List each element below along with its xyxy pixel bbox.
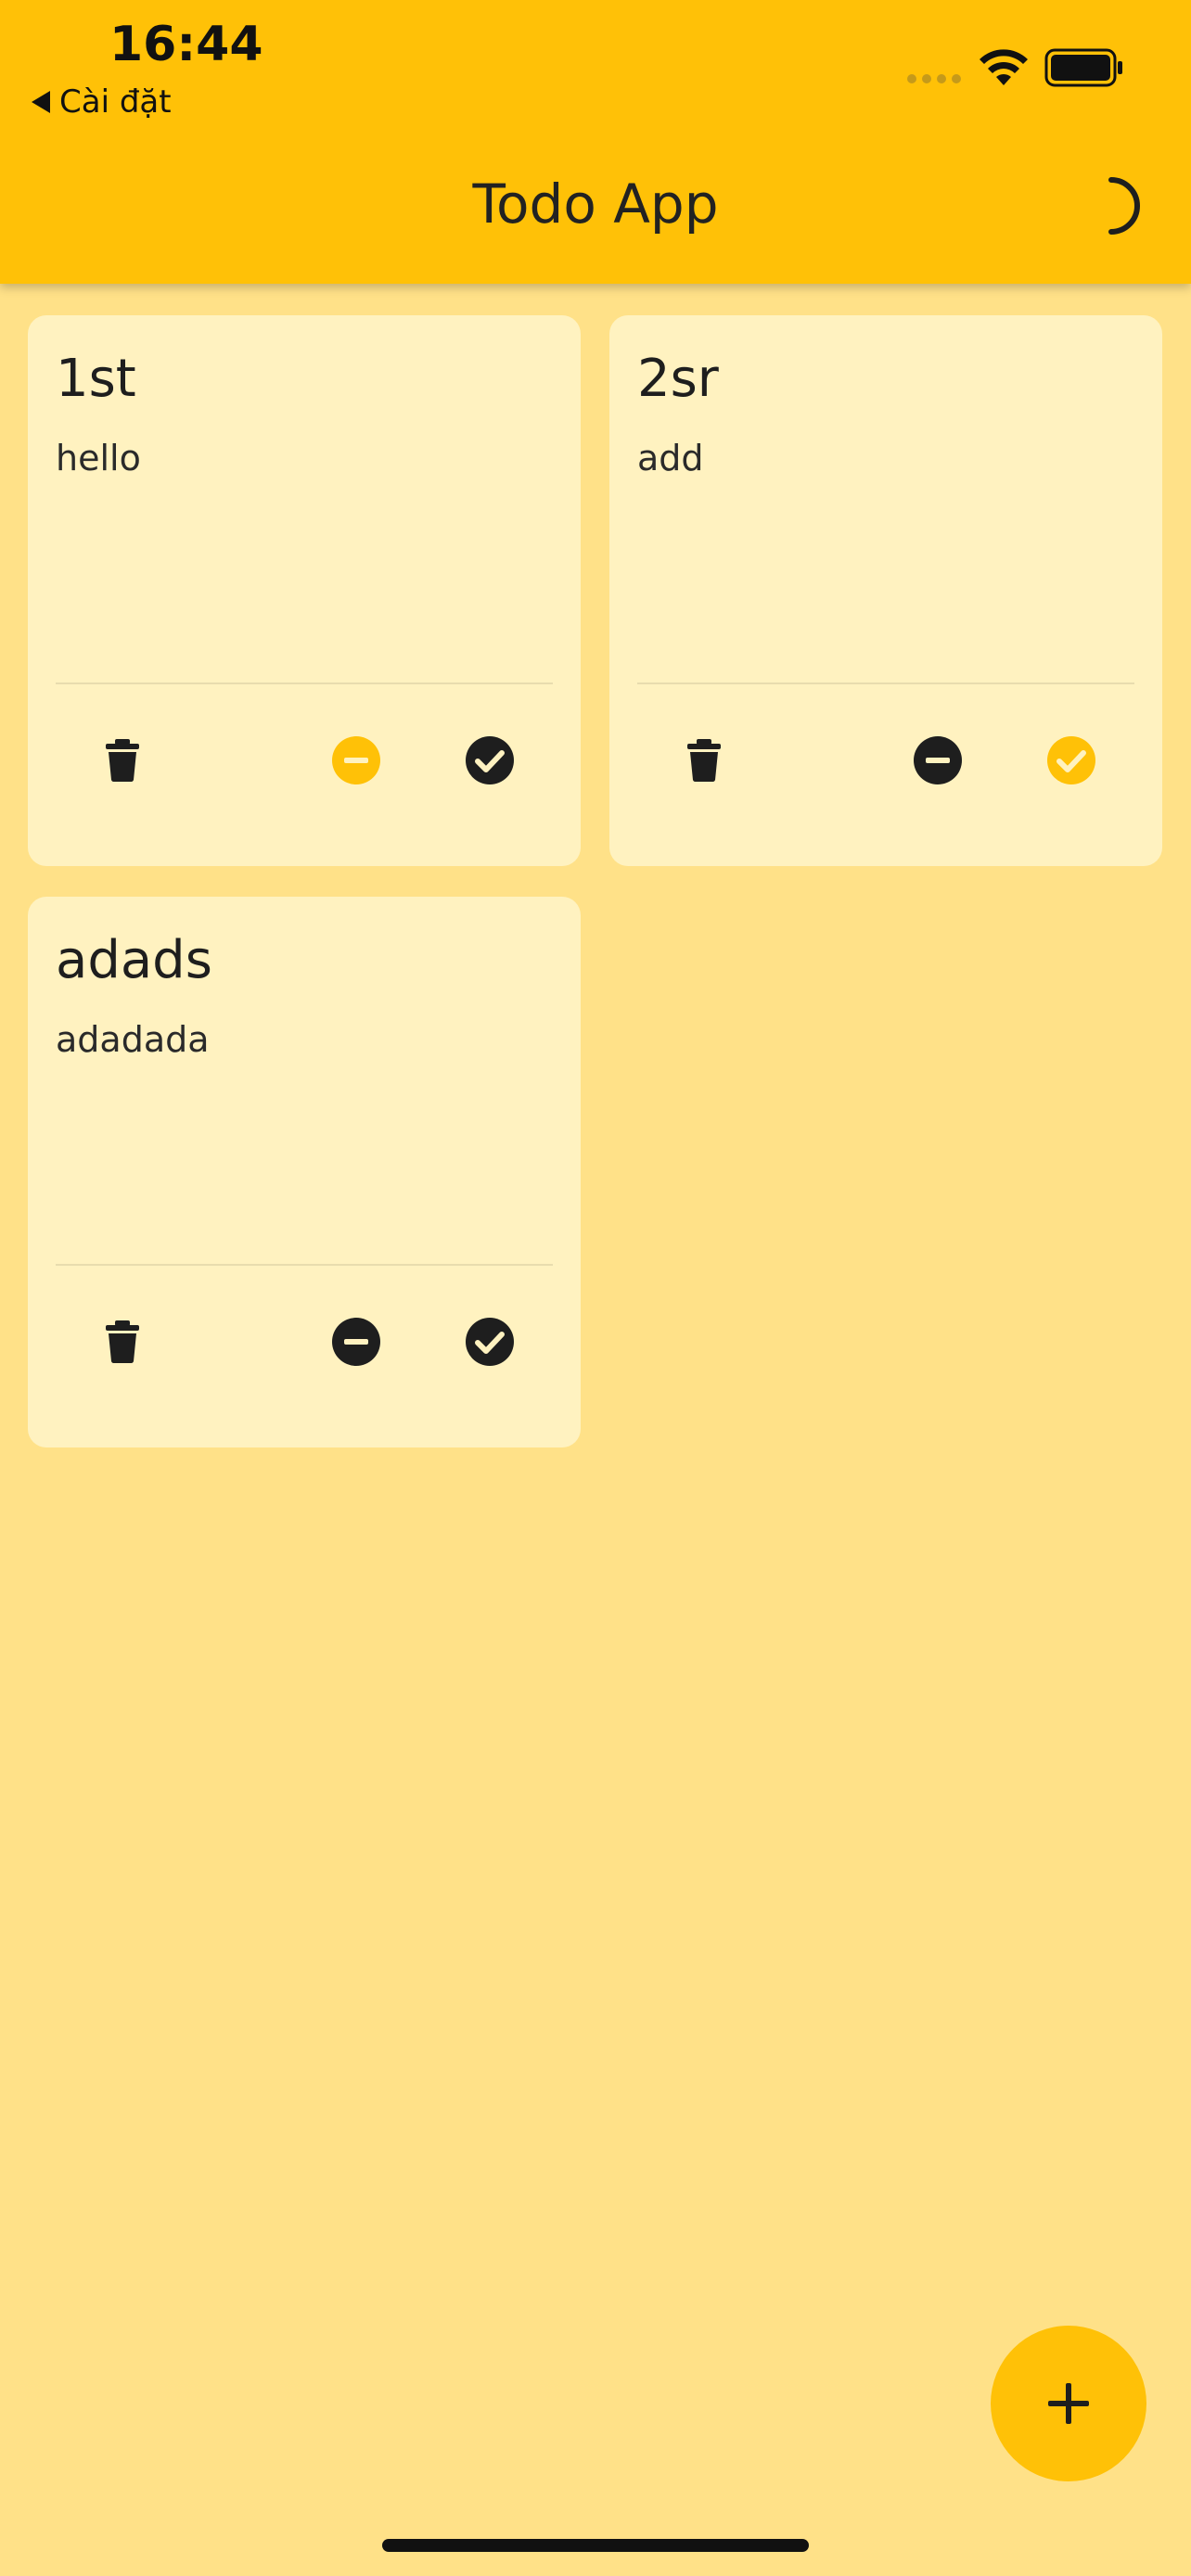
todo-card[interactable]: adads adadada — [28, 897, 581, 1447]
add-todo-button[interactable] — [991, 2326, 1146, 2481]
card-divider — [56, 682, 553, 684]
trash-icon — [687, 739, 721, 782]
moon-icon[interactable] — [1095, 176, 1146, 236]
todo-description: add — [637, 438, 704, 478]
mark-done-button[interactable] — [1044, 733, 1099, 788]
battery-icon — [1044, 48, 1122, 87]
minus-circle-icon — [332, 1318, 380, 1366]
back-to-settings-link[interactable]: Cài đặt — [32, 83, 172, 121]
app-bar: 16:44 Cài đặt Todo App — [0, 0, 1191, 284]
check-circle-icon — [1047, 736, 1095, 784]
minus-circle-icon — [332, 736, 380, 784]
cellular-signal-icon — [907, 74, 961, 83]
todo-title: adads — [56, 930, 212, 990]
todo-title: 2sr — [637, 349, 719, 409]
todo-card[interactable]: 2sr add — [609, 315, 1162, 866]
card-divider — [637, 682, 1134, 684]
delete-button[interactable] — [95, 1314, 150, 1370]
todo-card[interactable]: 1st hello — [28, 315, 581, 866]
page-title: Todo App — [472, 172, 719, 236]
mark-in-progress-button[interactable] — [328, 1314, 384, 1370]
trash-icon — [106, 1320, 139, 1363]
delete-button[interactable] — [95, 733, 150, 788]
todo-description: adadada — [56, 1019, 210, 1060]
check-circle-icon — [466, 1318, 514, 1366]
todo-title: 1st — [56, 349, 136, 409]
minus-circle-icon — [914, 736, 962, 784]
back-label: Cài đặt — [59, 83, 172, 121]
home-indicator — [382, 2539, 809, 2552]
plus-icon — [1048, 2383, 1089, 2424]
mark-done-button[interactable] — [462, 733, 518, 788]
todo-description: hello — [56, 438, 141, 478]
trash-icon — [106, 739, 139, 782]
mark-in-progress-button[interactable] — [910, 733, 966, 788]
mark-in-progress-button[interactable] — [328, 733, 384, 788]
mark-done-button[interactable] — [462, 1314, 518, 1370]
back-arrow-icon — [32, 91, 50, 113]
check-circle-icon — [466, 736, 514, 784]
delete-button[interactable] — [676, 733, 732, 788]
card-divider — [56, 1264, 553, 1266]
status-time: 16:44 — [109, 17, 263, 72]
wifi-icon — [980, 49, 1028, 85]
